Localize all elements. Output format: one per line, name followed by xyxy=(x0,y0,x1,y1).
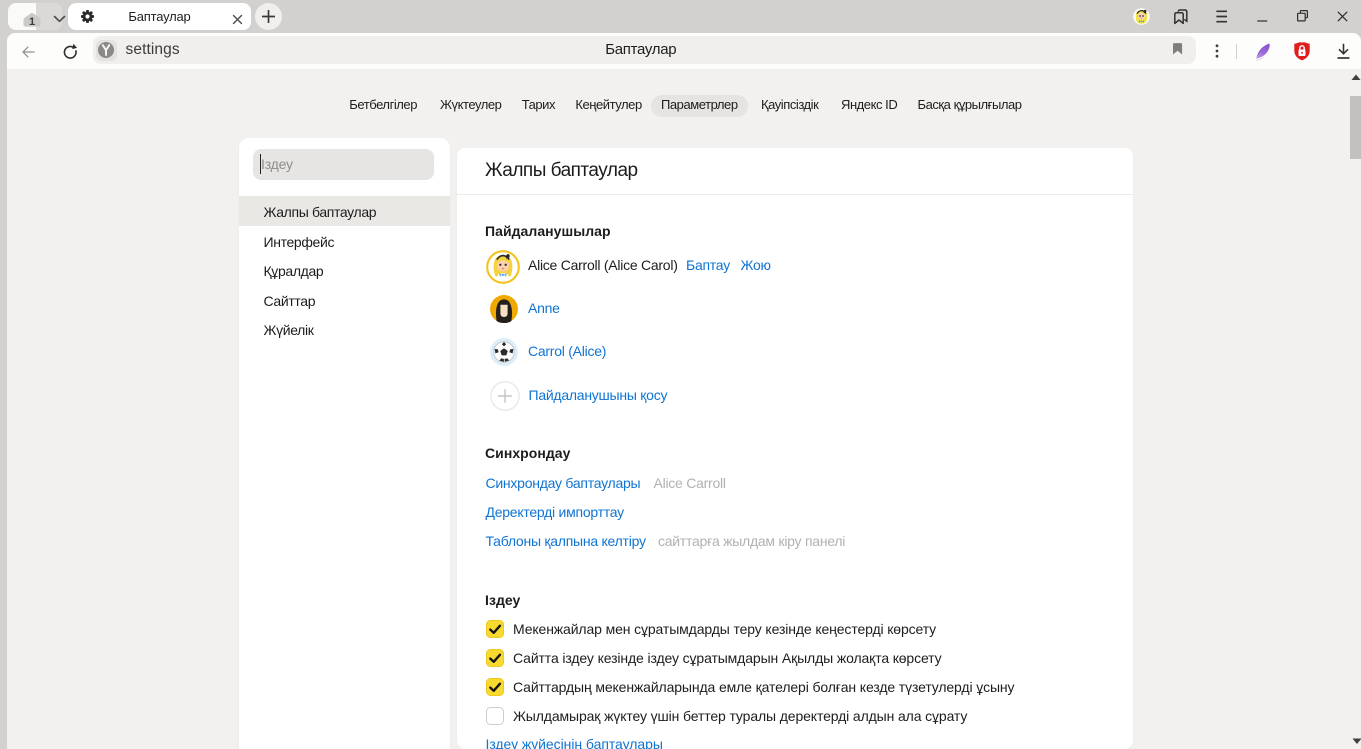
svg-text:1: 1 xyxy=(29,16,35,28)
